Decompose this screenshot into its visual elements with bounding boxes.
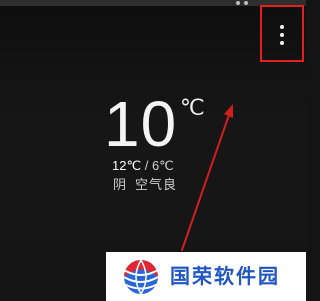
more-vert-icon bbox=[280, 33, 284, 37]
sky-condition: 阴 bbox=[113, 178, 128, 193]
overflow-menu-button[interactable] bbox=[260, 5, 304, 62]
status-dot-icon bbox=[244, 1, 248, 5]
low-temperature: 6℃ bbox=[151, 158, 174, 173]
weather-condition: 阴空气良 bbox=[113, 178, 177, 194]
watermark-text: 国荣软件园 bbox=[170, 264, 280, 288]
air-quality: 空气良 bbox=[135, 178, 178, 193]
temperature-range: 12℃ / 6℃ bbox=[112, 158, 174, 174]
weather-screen: 10 ℃ 12℃ / 6℃ 阴空气良 国荣软件园 bbox=[0, 0, 306, 301]
globe-logo-icon bbox=[124, 260, 158, 294]
high-temperature: 12℃ bbox=[112, 158, 142, 173]
status-dot-icon bbox=[236, 1, 240, 5]
range-separator: / bbox=[144, 158, 149, 173]
watermark-banner: 国荣软件园 bbox=[106, 252, 306, 301]
temperature-unit: ℃ bbox=[180, 95, 205, 120]
more-vert-icon bbox=[280, 41, 284, 45]
current-temperature: 10 bbox=[104, 88, 178, 160]
more-vert-icon bbox=[280, 25, 284, 29]
